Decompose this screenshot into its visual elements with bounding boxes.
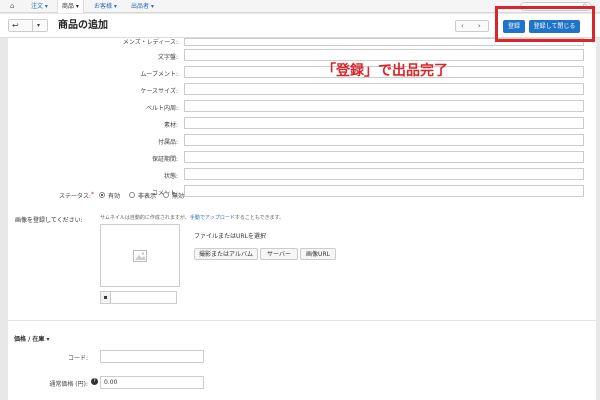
field-label-belt: ベルト内周: — [145, 105, 178, 112]
home-icon[interactable]: ⌂ — [10, 3, 17, 10]
nav-customers[interactable]: お客様 ▾ — [90, 0, 121, 13]
help-icon[interactable]: ? — [91, 378, 98, 385]
field-label-condition: 状態: — [163, 173, 178, 180]
status-radio-active[interactable] — [99, 192, 105, 198]
section-divider — [8, 320, 596, 321]
images-help-prefix: サムネイルは自動的に作成されますが、 — [100, 215, 190, 221]
field-label-case-size: ケースサイズ: — [140, 88, 178, 95]
status-option-hidden: 非表示 — [138, 193, 157, 200]
status-radio-disabled[interactable] — [163, 192, 169, 198]
image-alt-input[interactable]: ▪ — [100, 291, 177, 304]
page-title: 商品の追加 — [58, 20, 108, 31]
field-input-accessories[interactable] — [184, 134, 584, 146]
status-radio-hidden[interactable] — [129, 192, 135, 198]
field-input-belt[interactable] — [184, 100, 584, 112]
field-label-accessories: 付属品: — [157, 139, 178, 146]
back-arrow-icon[interactable]: ↩ — [12, 20, 19, 32]
nav-sellers[interactable]: 出品者 ▾ — [127, 0, 158, 13]
field-input-dial[interactable] — [184, 49, 584, 61]
file-or-url-label: ファイルまたはURLを選択 — [194, 233, 266, 240]
prev-next-group: ‹ › — [455, 20, 489, 32]
code-label: コード: — [67, 355, 88, 362]
field-label-dial: 文字盤: — [157, 54, 178, 61]
field-label-movement: ムーブメント: — [140, 71, 178, 78]
status-option-disabled: 無効 — [172, 193, 185, 200]
price-input[interactable]: 0.00 — [100, 376, 204, 389]
code-input[interactable] — [100, 350, 204, 363]
main-content: メンズ・レディース: 文字盤: ムーブメント: ケースサイズ: ベルト内周: 素… — [8, 38, 596, 400]
prev-icon[interactable]: ‹ — [461, 21, 464, 32]
manual-upload-link[interactable]: 手動でアップロード — [190, 215, 235, 221]
price-section-heading[interactable]: 価格 / 在庫 ▾ — [14, 334, 49, 343]
image-icon — [133, 250, 147, 262]
images-label: 画像を登録してください: — [15, 217, 83, 224]
images-help-text: サムネイルは自動的に作成されますが、手動でアップロードすることもできます。 — [100, 214, 284, 221]
field-input-warranty[interactable] — [184, 151, 584, 163]
field-input-condition[interactable] — [184, 168, 584, 180]
divider — [32, 20, 33, 31]
field-label-gender: メンズ・レディース: — [122, 39, 178, 46]
field-label-warranty: 保証期間: — [151, 156, 178, 163]
field-input-material[interactable] — [184, 117, 584, 129]
price-label: 通常価格 (円): — [49, 381, 88, 388]
field-input-case-size[interactable] — [184, 83, 584, 95]
comment-icon: ▪ — [101, 292, 111, 303]
field-label-material: 素材: — [163, 122, 178, 129]
chevron-down-icon[interactable]: ▾ — [37, 20, 40, 32]
image-placeholder[interactable] — [100, 224, 180, 287]
highlight-box — [495, 6, 595, 42]
status-label: ステータス: — [58, 193, 91, 200]
nav-orders[interactable]: 注文 ▾ — [27, 0, 52, 13]
camera-album-button[interactable]: 撮影またはアルバム — [194, 248, 258, 260]
price-value: 0.00 — [104, 379, 118, 386]
nav-products[interactable]: 商品 ▾ — [57, 0, 84, 13]
back-button[interactable]: ↩ ▾ — [8, 19, 48, 32]
field-input-comment[interactable] — [184, 185, 584, 197]
callout-text: 「登録」で出品完了 — [322, 63, 448, 79]
images-help-suffix: することもできます。 — [234, 215, 285, 221]
status-option-active: 有効 — [108, 193, 121, 200]
image-url-button[interactable]: 画像URL — [300, 248, 336, 260]
required-mark: * — [91, 191, 94, 198]
server-button[interactable]: サーバー — [260, 248, 298, 260]
next-icon[interactable]: › — [478, 21, 481, 32]
